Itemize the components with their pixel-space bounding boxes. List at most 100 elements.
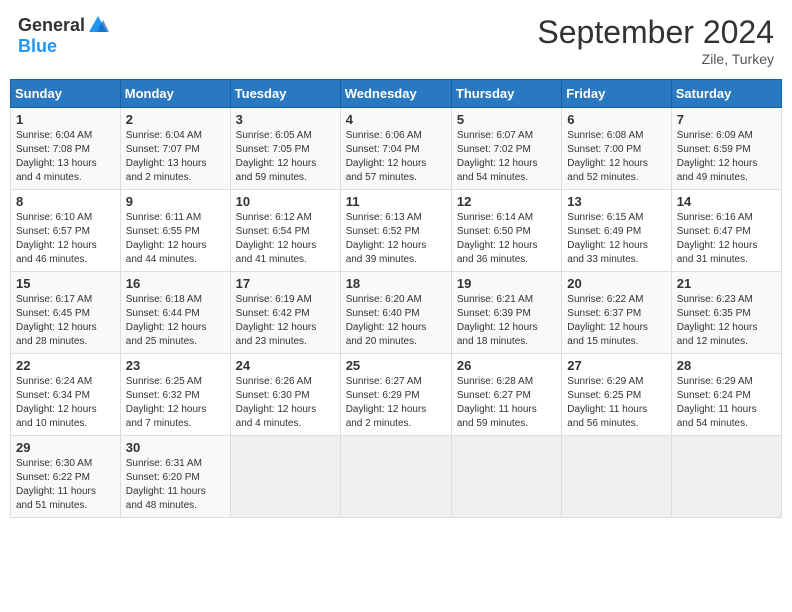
calendar-cell: 6Sunrise: 6:08 AMSunset: 7:00 PMDaylight…	[562, 108, 671, 190]
cell-line: and 49 minutes.	[677, 171, 776, 185]
cell-line: Daylight: 11 hours	[126, 485, 225, 499]
logo-blue: Blue	[18, 36, 57, 56]
cell-line: and 10 minutes.	[16, 417, 115, 431]
cell-line: Daylight: 12 hours	[567, 239, 665, 253]
day-number: 14	[677, 194, 776, 209]
day-number: 8	[16, 194, 115, 209]
cell-line: Sunrise: 6:11 AM	[126, 211, 225, 225]
cell-line: Sunset: 6:20 PM	[126, 471, 225, 485]
cell-line: Sunrise: 6:29 AM	[567, 375, 665, 389]
cell-line: Sunset: 6:54 PM	[236, 225, 335, 239]
cell-line: and 36 minutes.	[457, 253, 556, 267]
calendar-cell	[230, 436, 340, 518]
calendar-cell: 11Sunrise: 6:13 AMSunset: 6:52 PMDayligh…	[340, 190, 451, 272]
cell-line: Sunset: 6:45 PM	[16, 307, 115, 321]
cell-line: Sunrise: 6:10 AM	[16, 211, 115, 225]
cell-line: Sunset: 6:34 PM	[16, 389, 115, 403]
cell-line: Sunrise: 6:25 AM	[126, 375, 225, 389]
cell-line: Daylight: 12 hours	[457, 157, 556, 171]
calendar-cell: 26Sunrise: 6:28 AMSunset: 6:27 PMDayligh…	[451, 354, 561, 436]
calendar-cell: 8Sunrise: 6:10 AMSunset: 6:57 PMDaylight…	[11, 190, 121, 272]
calendar-cell	[671, 436, 781, 518]
calendar-cell: 21Sunrise: 6:23 AMSunset: 6:35 PMDayligh…	[671, 272, 781, 354]
calendar-cell: 19Sunrise: 6:21 AMSunset: 6:39 PMDayligh…	[451, 272, 561, 354]
day-number: 6	[567, 112, 665, 127]
cell-line: Sunrise: 6:30 AM	[16, 457, 115, 471]
day-number: 1	[16, 112, 115, 127]
cell-line: and 41 minutes.	[236, 253, 335, 267]
cell-line: Sunrise: 6:09 AM	[677, 129, 776, 143]
calendar-cell: 9Sunrise: 6:11 AMSunset: 6:55 PMDaylight…	[120, 190, 230, 272]
cell-line: Sunrise: 6:14 AM	[457, 211, 556, 225]
cell-line: Sunset: 7:07 PM	[126, 143, 225, 157]
day-number: 12	[457, 194, 556, 209]
cell-line: Daylight: 12 hours	[126, 403, 225, 417]
cell-line: and 56 minutes.	[567, 417, 665, 431]
cell-line: Sunrise: 6:15 AM	[567, 211, 665, 225]
cell-line: Sunset: 6:50 PM	[457, 225, 556, 239]
day-number: 16	[126, 276, 225, 291]
weekday-header-row: SundayMondayTuesdayWednesdayThursdayFrid…	[11, 80, 782, 108]
cell-line: Sunset: 6:29 PM	[346, 389, 446, 403]
cell-line: Sunset: 7:04 PM	[346, 143, 446, 157]
cell-line: and 7 minutes.	[126, 417, 225, 431]
cell-line: Sunset: 6:42 PM	[236, 307, 335, 321]
calendar-cell: 29Sunrise: 6:30 AMSunset: 6:22 PMDayligh…	[11, 436, 121, 518]
cell-line: Sunset: 6:25 PM	[567, 389, 665, 403]
cell-line: and 23 minutes.	[236, 335, 335, 349]
cell-line: Sunrise: 6:06 AM	[346, 129, 446, 143]
cell-line: Daylight: 12 hours	[567, 157, 665, 171]
week-row-2: 8Sunrise: 6:10 AMSunset: 6:57 PMDaylight…	[11, 190, 782, 272]
day-number: 26	[457, 358, 556, 373]
calendar-cell: 13 Sunrise: 6:15 AMSunset: 6:49 PMDayligh…	[562, 190, 671, 272]
calendar-cell: 20Sunrise: 6:22 AMSunset: 6:37 PMDayligh…	[562, 272, 671, 354]
cell-line: Daylight: 12 hours	[236, 321, 335, 335]
cell-line: Sunrise: 6:29 AM	[677, 375, 776, 389]
calendar-cell: 7Sunrise: 6:09 AMSunset: 6:59 PMDaylight…	[671, 108, 781, 190]
cell-line: Sunset: 6:40 PM	[346, 307, 446, 321]
cell-line: Sunrise: 6:05 AM	[236, 129, 335, 143]
cell-line: Sunrise: 6:13 AM	[346, 211, 446, 225]
day-number: 7	[677, 112, 776, 127]
day-number: 25	[346, 358, 446, 373]
cell-line: Sunset: 7:02 PM	[457, 143, 556, 157]
cell-line: Sunset: 6:22 PM	[16, 471, 115, 485]
logo-icon	[87, 14, 109, 36]
cell-line: and 2 minutes.	[126, 171, 225, 185]
day-number: 3	[236, 112, 335, 127]
cell-line: Sunrise: 6:31 AM	[126, 457, 225, 471]
day-number: 27	[567, 358, 665, 373]
week-row-3: 15Sunrise: 6:17 AMSunset: 6:45 PMDayligh…	[11, 272, 782, 354]
day-number: 4	[346, 112, 446, 127]
cell-line: and 12 minutes.	[677, 335, 776, 349]
cell-line: Daylight: 12 hours	[126, 239, 225, 253]
day-number: 15	[16, 276, 115, 291]
cell-line: and 39 minutes.	[346, 253, 446, 267]
calendar-cell: 14Sunrise: 6:16 AMSunset: 6:47 PMDayligh…	[671, 190, 781, 272]
calendar-cell: 5Sunrise: 6:07 AMSunset: 7:02 PMDaylight…	[451, 108, 561, 190]
day-number: 17	[236, 276, 335, 291]
cell-line: Sunset: 6:30 PM	[236, 389, 335, 403]
calendar-cell	[451, 436, 561, 518]
cell-line: Daylight: 12 hours	[457, 321, 556, 335]
cell-line: Sunrise: 6:27 AM	[346, 375, 446, 389]
cell-line: Daylight: 12 hours	[126, 321, 225, 335]
day-number: 21	[677, 276, 776, 291]
cell-line: and 54 minutes.	[457, 171, 556, 185]
cell-line: Sunrise: 6:28 AM	[457, 375, 556, 389]
cell-line: Daylight: 12 hours	[16, 239, 115, 253]
calendar-cell: 10Sunrise: 6:12 AMSunset: 6:54 PMDayligh…	[230, 190, 340, 272]
calendar-cell	[562, 436, 671, 518]
cell-line: Sunset: 6:32 PM	[126, 389, 225, 403]
day-number: 2	[126, 112, 225, 127]
cell-line: and 33 minutes.	[567, 253, 665, 267]
cell-line: Sunset: 6:59 PM	[677, 143, 776, 157]
cell-line: Sunset: 6:49 PM	[567, 225, 665, 239]
cell-line: Sunrise: 6:22 AM	[567, 293, 665, 307]
day-number: 13	[567, 194, 665, 209]
cell-line: and 31 minutes.	[677, 253, 776, 267]
cell-line: and 59 minutes.	[457, 417, 556, 431]
cell-line: Daylight: 11 hours	[16, 485, 115, 499]
cell-line: Daylight: 12 hours	[677, 321, 776, 335]
cell-line: and 2 minutes.	[346, 417, 446, 431]
